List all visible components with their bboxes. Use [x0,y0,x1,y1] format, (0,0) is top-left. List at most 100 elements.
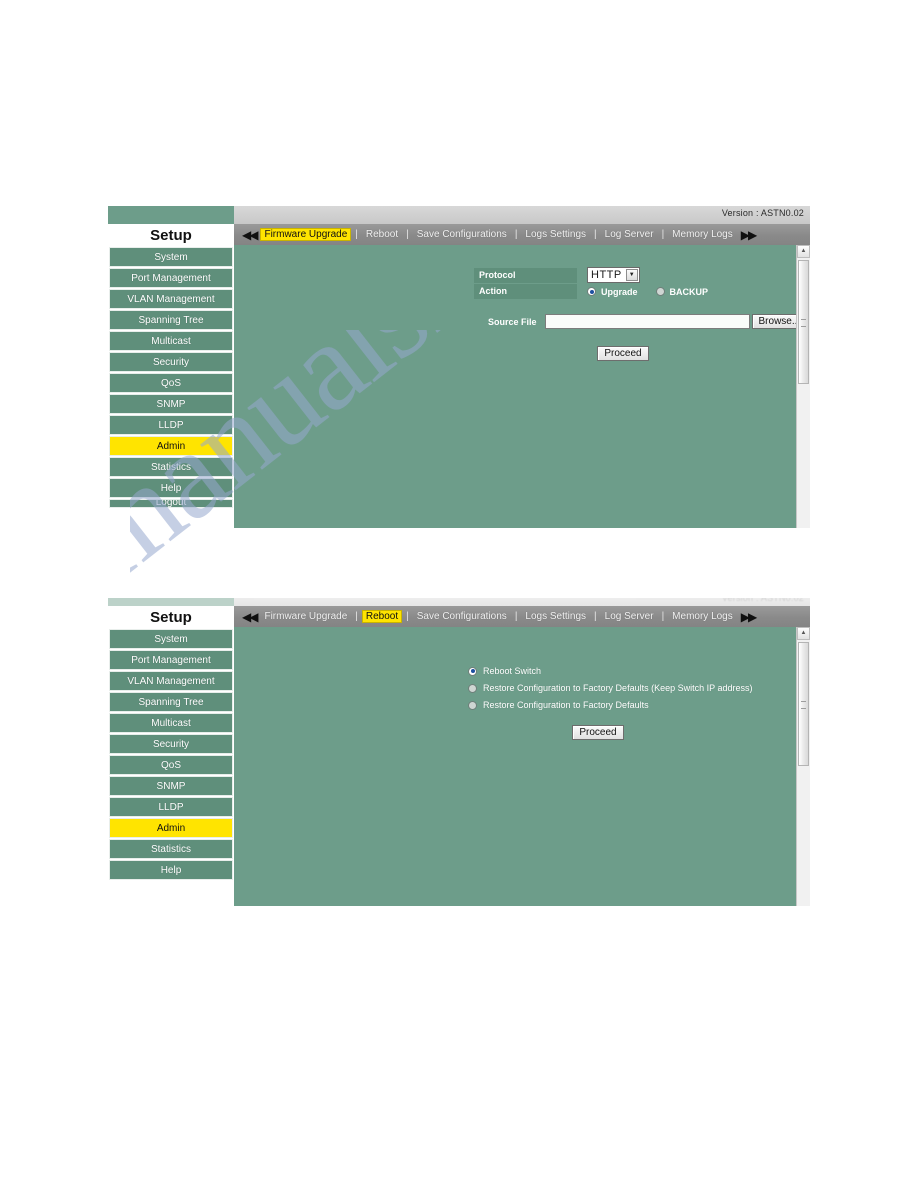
tab-firmware-upgrade[interactable]: Firmware Upgrade [260,228,352,241]
protocol-select[interactable]: HTTP ▼ [587,267,640,283]
page-title: Setup [108,224,234,247]
sidebar-item-multicast[interactable]: Multicast [109,713,233,733]
sidebar-item-lldp[interactable]: LLDP [109,797,233,817]
proceed-button[interactable]: Proceed [572,725,624,740]
reboot-screenshot: Version : ASTN0.02 Setup System Port Man… [108,598,810,906]
tab-log-server[interactable]: Log Server [601,228,658,241]
scroll-up-button[interactable]: ▲ [797,627,810,640]
tab-bar: ◀◀ Firmware Upgrade | Reboot | Save Conf… [234,224,810,245]
skip-previous-icon[interactable]: ◀◀ [238,611,260,623]
tab-log-server[interactable]: Log Server [601,610,658,623]
tab-separator: | [661,611,665,622]
version-strip: Version : ASTN0.02 [108,598,810,606]
tab-save-configurations[interactable]: Save Configurations [413,228,511,241]
protocol-row: Protocol HTTP ▼ [474,267,810,283]
reboot-option-row: Reboot Switch [468,666,810,676]
page-title: Setup [108,606,234,629]
scrollbar-thumb[interactable] [798,642,809,766]
radio-backup[interactable] [655,287,665,296]
reboot-form: Reboot Switch Restore Configuration to F… [234,627,810,740]
sidebar-item-security[interactable]: Security [109,352,233,372]
sidebar: Setup System Port Management VLAN Manage… [108,224,234,528]
sidebar-item-system[interactable]: System [109,247,233,267]
firmware-upgrade-form: Protocol HTTP ▼ Action Upgrade BACKUP So… [234,245,810,361]
protocol-value: HTTP ▼ [577,267,640,283]
scrollbar-grip [801,701,806,709]
version-label: Version : ASTN0.02 [721,598,804,603]
tab-logs-settings[interactable]: Logs Settings [521,610,590,623]
scrollbar-thumb[interactable] [798,260,809,384]
sidebar-item-system[interactable]: System [109,629,233,649]
vertical-scrollbar[interactable]: ▲ [796,627,810,906]
sidebar-item-vlan-management[interactable]: VLAN Management [109,671,233,691]
proceed-button-wrap: Proceed [488,343,758,361]
chevron-down-icon[interactable]: ▼ [625,269,638,281]
sidebar-item-admin[interactable]: Admin [109,818,233,838]
proceed-button-wrap: Proceed [468,722,728,740]
vertical-scrollbar[interactable]: ▲ [796,245,810,528]
scrollbar-grip [801,319,806,327]
tab-separator: | [406,229,409,240]
tab-separator: | [406,611,409,622]
action-radio-group: Upgrade BACKUP [587,287,708,297]
radio-restore-defaults-label: Restore Configuration to Factory Default… [483,700,649,710]
skip-next-icon[interactable]: ▶▶ [737,611,759,623]
sidebar-item-qos[interactable]: QoS [109,755,233,775]
radio-reboot-switch-label: Reboot Switch [483,666,542,676]
sidebar-item-port-management[interactable]: Port Management [109,650,233,670]
source-file-row: Source File Browse... [488,314,810,329]
tab-reboot[interactable]: Reboot [362,228,402,241]
radio-reboot-switch[interactable] [468,666,477,676]
sidebar-item-snmp[interactable]: SNMP [109,776,233,796]
source-file-input[interactable] [544,314,750,329]
tab-save-configurations[interactable]: Save Configurations [413,610,511,623]
version-strip-left-block [108,598,234,606]
sidebar-item-multicast[interactable]: Multicast [109,331,233,351]
sidebar-item-vlan-management[interactable]: VLAN Management [109,289,233,309]
sidebar-item-help[interactable]: Help [109,478,233,498]
sidebar-item-logout[interactable]: Logout [109,499,233,508]
tab-separator: | [661,229,665,240]
tab-separator: | [594,611,597,622]
sidebar-item-spanning-tree[interactable]: Spanning Tree [109,692,233,712]
tab-logs-settings[interactable]: Logs Settings [521,228,590,241]
version-label: Version : ASTN0.02 [721,208,804,218]
proceed-button[interactable]: Proceed [597,346,649,361]
protocol-label: Protocol [474,267,577,283]
sidebar-item-lldp[interactable]: LLDP [109,415,233,435]
tab-separator: | [355,611,358,622]
firmware-upgrade-screenshot: Version : ASTN0.02 Setup System Port Man… [108,206,810,528]
radio-upgrade-label: Upgrade [601,286,638,297]
radio-restore-defaults-keep-ip[interactable] [468,683,477,693]
tab-memory-logs[interactable]: Memory Logs [668,228,737,241]
sidebar-item-help[interactable]: Help [109,860,233,880]
radio-upgrade[interactable] [587,287,596,296]
tab-bar: ◀◀ Firmware Upgrade | Reboot | Save Conf… [234,606,810,627]
scroll-up-button[interactable]: ▲ [797,245,810,258]
action-label: Action [474,284,577,299]
version-strip-left-block [108,206,234,224]
radio-restore-defaults[interactable] [468,700,477,710]
version-strip: Version : ASTN0.02 [108,206,810,224]
sidebar-item-security[interactable]: Security [109,734,233,754]
action-row: Action Upgrade BACKUP [474,284,810,299]
sidebar-item-snmp[interactable]: SNMP [109,394,233,414]
tab-separator: | [594,229,597,240]
protocol-select-value: HTTP [591,269,622,281]
sidebar-item-admin[interactable]: Admin [109,436,233,456]
skip-previous-icon[interactable]: ◀◀ [238,229,260,241]
sidebar-item-spanning-tree[interactable]: Spanning Tree [109,310,233,330]
source-file-label: Source File [488,316,537,327]
radio-restore-defaults-keep-ip-label: Restore Configuration to Factory Default… [483,683,753,693]
sidebar-item-qos[interactable]: QoS [109,373,233,393]
action-value: Upgrade BACKUP [577,287,708,297]
tab-reboot[interactable]: Reboot [361,610,403,623]
sidebar-item-statistics[interactable]: Statistics [109,839,233,859]
tab-separator: | [514,229,518,240]
tab-firmware-upgrade[interactable]: Firmware Upgrade [260,610,351,623]
tab-memory-logs[interactable]: Memory Logs [668,610,737,623]
skip-next-icon[interactable]: ▶▶ [737,229,759,241]
radio-backup-label: BACKUP [669,286,709,297]
sidebar-item-statistics[interactable]: Statistics [109,457,233,477]
sidebar-item-port-management[interactable]: Port Management [109,268,233,288]
